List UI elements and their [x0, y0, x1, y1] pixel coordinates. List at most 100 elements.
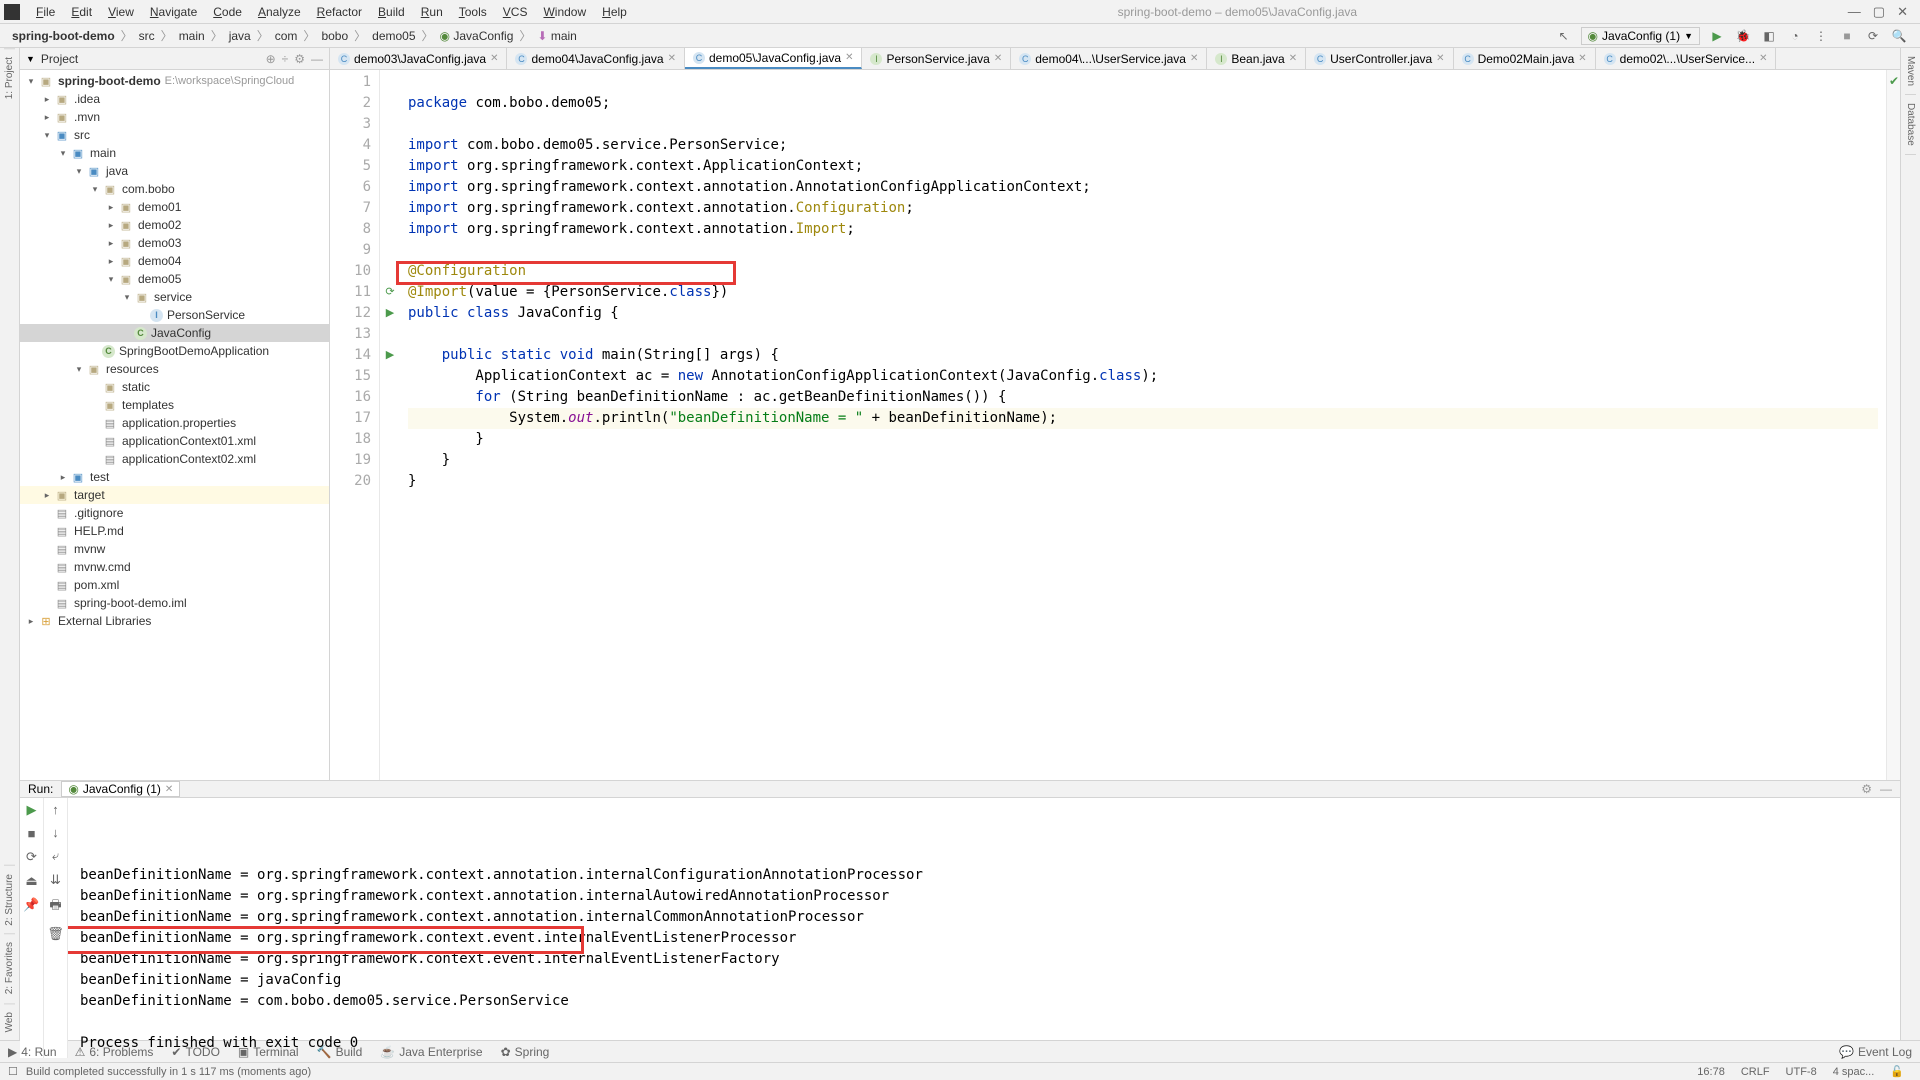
- restart-icon[interactable]: ⟳: [26, 849, 37, 865]
- readonly-lock-icon[interactable]: 🔓: [1882, 1065, 1912, 1078]
- project-tool-tab[interactable]: 1: Project: [4, 48, 15, 107]
- editor-tab[interactable]: CUserController.java✕: [1306, 48, 1453, 69]
- editor-tab[interactable]: Cdemo02\...\UserService...✕: [1596, 48, 1777, 69]
- gear-icon[interactable]: ⚙: [1861, 782, 1872, 796]
- tree-item[interactable]: ▸▣demo02: [20, 216, 329, 234]
- menu-window[interactable]: Window: [535, 5, 594, 19]
- wrap-icon[interactable]: ⤶: [52, 848, 59, 864]
- tree-external-libs[interactable]: ▸⊞External Libraries: [20, 612, 329, 630]
- editor-tab[interactable]: Cdemo04\JavaConfig.java✕: [507, 48, 684, 69]
- maven-tool-tab[interactable]: Maven: [1905, 48, 1916, 95]
- maximize-icon[interactable]: ▢: [1873, 4, 1885, 20]
- tree-item[interactable]: ▾▣main: [20, 144, 329, 162]
- stop-icon[interactable]: ■: [1838, 27, 1856, 45]
- close-tab-icon[interactable]: ✕: [490, 53, 498, 64]
- console-output[interactable]: beanDefinitionName = org.springframework…: [68, 798, 1900, 1058]
- tree-item[interactable]: ▾▣java: [20, 162, 329, 180]
- breadcrumb-item[interactable]: bobo: [317, 29, 352, 43]
- breadcrumb-item[interactable]: src: [135, 29, 159, 43]
- close-icon[interactable]: ✕: [1897, 4, 1908, 20]
- tree-item[interactable]: ▤applicationContext01.xml: [20, 432, 329, 450]
- minimize-icon[interactable]: —: [1848, 4, 1861, 20]
- menu-code[interactable]: Code: [205, 5, 250, 19]
- close-tab-icon[interactable]: ✕: [1759, 53, 1767, 64]
- search-icon[interactable]: 🔍: [1890, 27, 1908, 45]
- down-icon[interactable]: ↓: [52, 825, 59, 840]
- menu-build[interactable]: Build: [370, 5, 413, 19]
- tree-item[interactable]: ▸▣demo03: [20, 234, 329, 252]
- menu-edit[interactable]: Edit: [63, 5, 100, 19]
- tree-item[interactable]: ▸▣demo01: [20, 198, 329, 216]
- coverage-icon[interactable]: ◧: [1760, 27, 1778, 45]
- menu-analyze[interactable]: Analyze: [250, 5, 309, 19]
- attach-icon[interactable]: ⋮: [1812, 27, 1830, 45]
- code-editor[interactable]: 1234567891011121314151617181920 ⟳ ▶ ▶ pa…: [330, 70, 1900, 780]
- tree-item[interactable]: ▣static: [20, 378, 329, 396]
- hide-icon[interactable]: —: [1880, 782, 1892, 796]
- tree-item[interactable]: CJavaConfig: [20, 324, 329, 342]
- stop-icon[interactable]: ■: [28, 826, 36, 841]
- rerun-icon[interactable]: ▶: [27, 802, 37, 818]
- tree-item[interactable]: CSpringBootDemoApplication: [20, 342, 329, 360]
- menu-refactor[interactable]: Refactor: [309, 5, 370, 19]
- menu-tools[interactable]: Tools: [451, 5, 495, 19]
- menu-view[interactable]: View: [100, 5, 142, 19]
- breadcrumb-item[interactable]: ⬇ main: [533, 29, 580, 43]
- tree-item[interactable]: ▣templates: [20, 396, 329, 414]
- tree-item[interactable]: ▸▣target: [20, 486, 329, 504]
- favorites-tool-tab[interactable]: 2: Favorites: [4, 933, 15, 1002]
- editor-tab[interactable]: CDemo02Main.java✕: [1454, 48, 1596, 69]
- tree-item[interactable]: ▤mvnw.cmd: [20, 558, 329, 576]
- breadcrumb-item[interactable]: spring-boot-demo: [8, 29, 119, 43]
- menu-vcs[interactable]: VCS: [495, 5, 536, 19]
- file-encoding[interactable]: UTF-8: [1778, 1066, 1825, 1078]
- tree-item[interactable]: ▸▣demo04: [20, 252, 329, 270]
- editor-tab[interactable]: IBean.java✕: [1207, 48, 1306, 69]
- project-tree[interactable]: ▾▣spring-boot-demoE:\workspace\SpringClo…: [20, 70, 329, 780]
- pin-icon[interactable]: 📌: [23, 897, 39, 913]
- gear-icon[interactable]: ⚙: [294, 52, 305, 66]
- bottom-tab[interactable]: ▶4: Run: [8, 1045, 57, 1059]
- close-tab-icon[interactable]: ✕: [1436, 53, 1444, 64]
- tree-item[interactable]: ▤applicationContext02.xml: [20, 450, 329, 468]
- tree-item[interactable]: IPersonService: [20, 306, 329, 324]
- tree-item[interactable]: ▾▣demo05: [20, 270, 329, 288]
- run-icon[interactable]: ▶: [1708, 27, 1726, 45]
- web-tool-tab[interactable]: Web: [4, 1003, 15, 1040]
- close-tab-icon[interactable]: ✕: [994, 53, 1002, 64]
- update-icon[interactable]: ⟳: [1864, 27, 1882, 45]
- tree-item[interactable]: ▸▣.mvn: [20, 108, 329, 126]
- tree-root[interactable]: ▾▣spring-boot-demoE:\workspace\SpringClo…: [20, 72, 329, 90]
- tree-item[interactable]: ▤.gitignore: [20, 504, 329, 522]
- breadcrumb-item[interactable]: ◉ JavaConfig: [436, 29, 518, 43]
- run-tab[interactable]: ◉JavaConfig (1)✕: [61, 781, 180, 797]
- line-separator[interactable]: CRLF: [1733, 1066, 1778, 1078]
- close-tab-icon[interactable]: ✕: [1190, 53, 1198, 64]
- editor-tab[interactable]: Cdemo03\JavaConfig.java✕: [330, 48, 507, 69]
- breadcrumb-item[interactable]: com: [271, 29, 302, 43]
- close-tab-icon[interactable]: ✕: [1578, 53, 1586, 64]
- tree-item[interactable]: ▤mvnw: [20, 540, 329, 558]
- expand-all-icon[interactable]: ÷: [282, 52, 289, 66]
- debug-icon[interactable]: 🐞: [1734, 27, 1752, 45]
- run-config-selector[interactable]: ◉ JavaConfig (1) ▼: [1581, 27, 1700, 45]
- indent-setting[interactable]: 4 spac...: [1825, 1066, 1883, 1078]
- hide-icon[interactable]: —: [311, 52, 323, 66]
- tree-item[interactable]: ▸▣.idea: [20, 90, 329, 108]
- tree-item[interactable]: ▾▣src: [20, 126, 329, 144]
- breadcrumb-item[interactable]: main: [175, 29, 209, 43]
- editor-tab[interactable]: Cdemo05\JavaConfig.java✕: [685, 48, 862, 69]
- tree-item[interactable]: ▤HELP.md: [20, 522, 329, 540]
- menu-navigate[interactable]: Navigate: [142, 5, 205, 19]
- clear-icon[interactable]: 🗑: [47, 926, 64, 942]
- structure-tool-tab[interactable]: 2: Structure: [4, 865, 15, 934]
- breadcrumb-item[interactable]: java: [225, 29, 255, 43]
- select-opened-file-icon[interactable]: ⊕: [266, 52, 276, 66]
- back-icon[interactable]: ↖: [1555, 27, 1573, 45]
- close-tab-icon[interactable]: ✕: [845, 52, 853, 63]
- scroll-icon[interactable]: ⇊: [50, 872, 61, 888]
- tree-item[interactable]: ▤application.properties: [20, 414, 329, 432]
- close-tab-icon[interactable]: ✕: [668, 53, 676, 64]
- database-tool-tab[interactable]: Database: [1905, 95, 1916, 155]
- exit-icon[interactable]: ⏏: [25, 873, 37, 889]
